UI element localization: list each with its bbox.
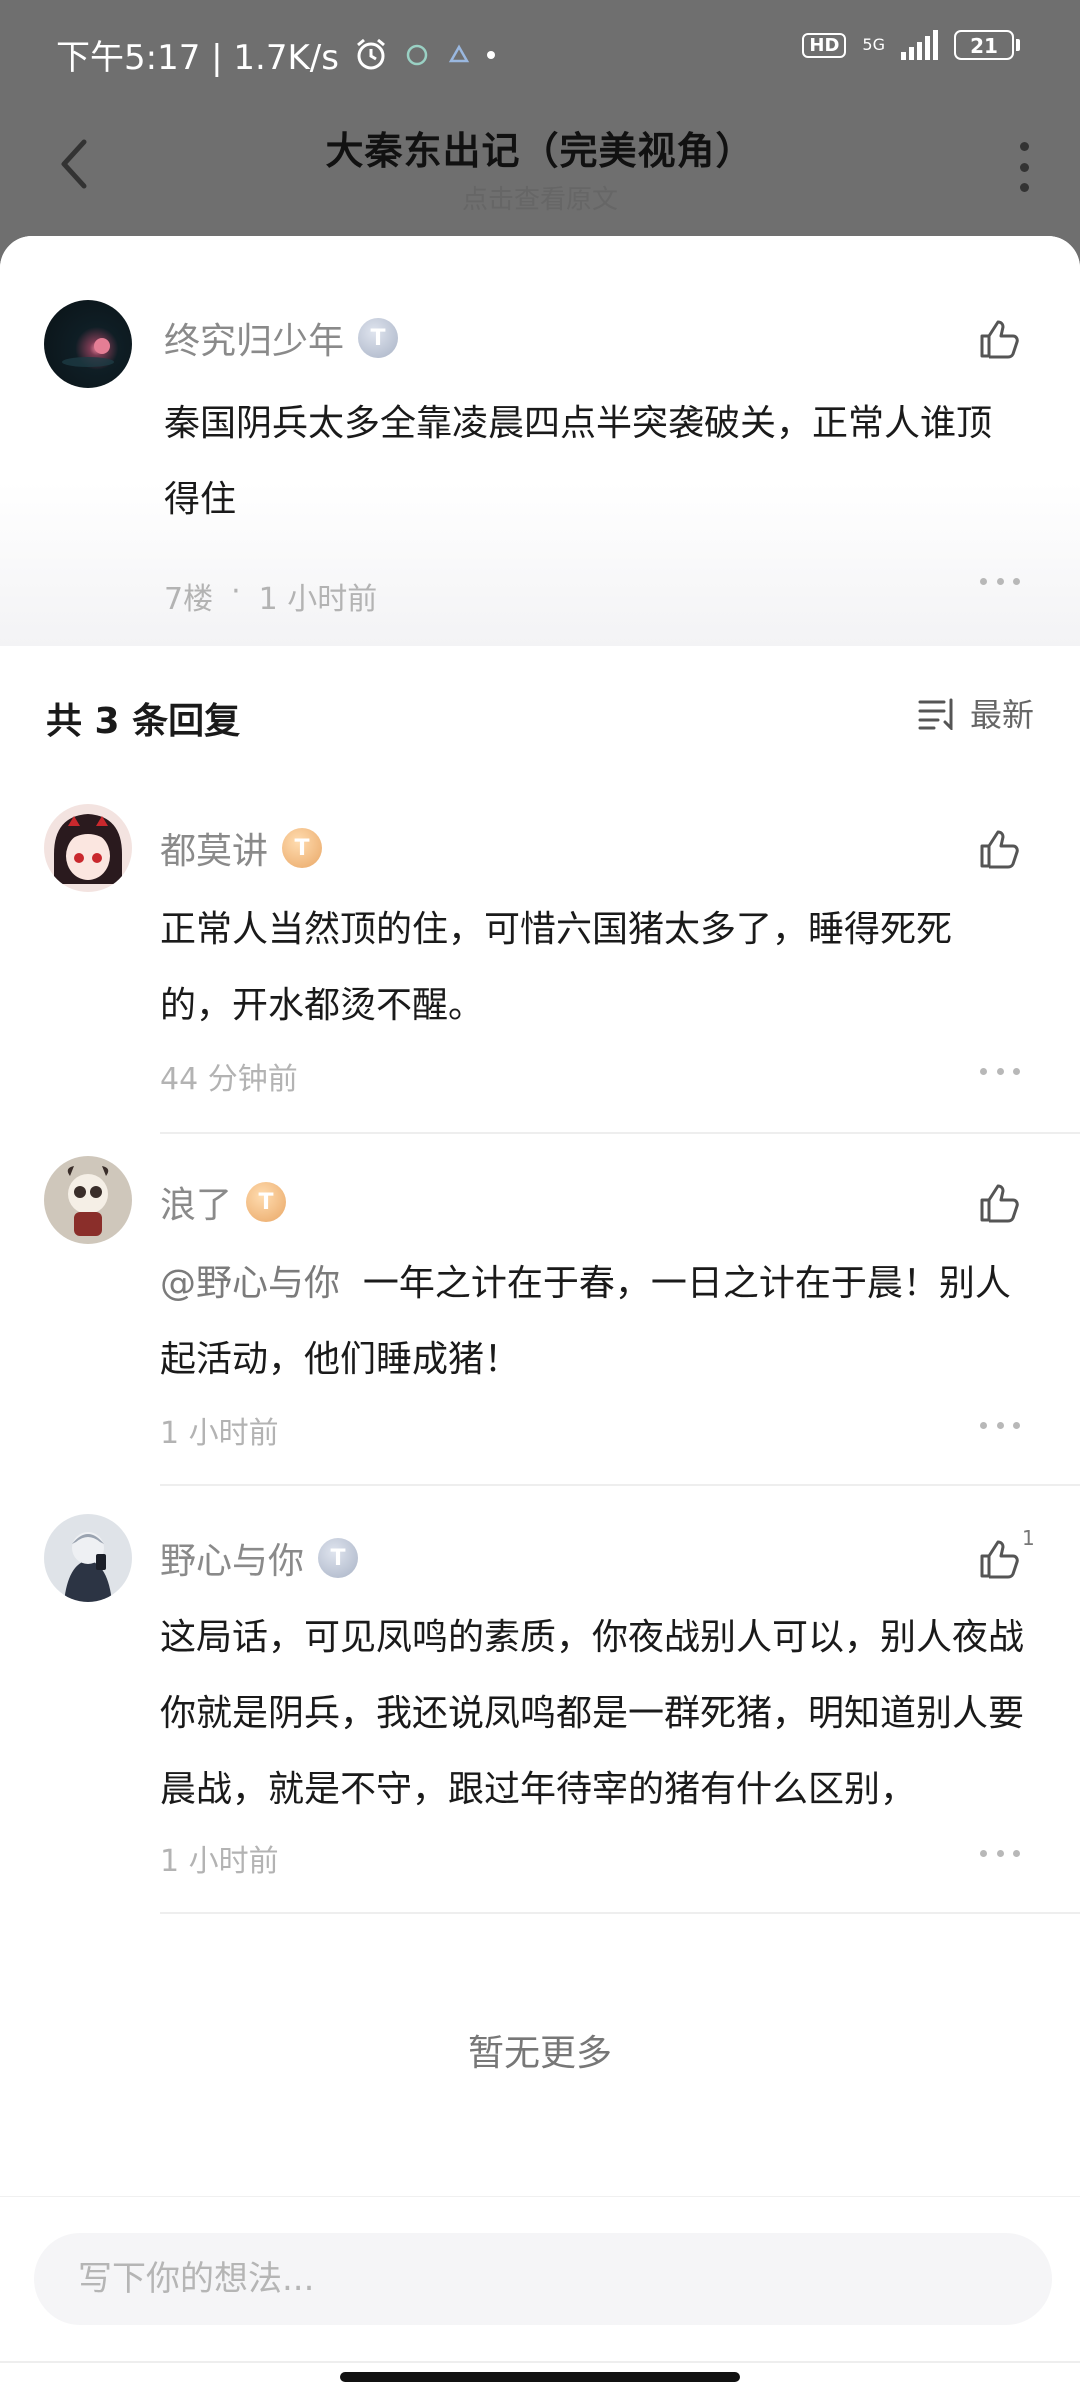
title-wrap[interactable]: 大秦东出记（完美视角） 点击查看原文 [0, 120, 1080, 216]
app-notification-icon [406, 44, 428, 65]
reply-text: 正常人当然顶的住，可惜六国猪太多了，睡得死死的，开水都烫不醒。 [160, 909, 953, 1026]
username[interactable]: 终究归少年 [164, 312, 344, 364]
username[interactable]: 都莫讲 [160, 822, 268, 874]
username[interactable]: 野心与你 [160, 1532, 304, 1584]
comment-text: 秦国阴兵太多全靠凌晨四点半突袭破关，正常人谁顶得住 [164, 403, 993, 520]
reply-name-row: 都莫讲 T [160, 822, 323, 874]
status-left: 下午5:17 | 1.7K/s [56, 30, 495, 79]
like-icon[interactable] [976, 826, 1022, 872]
like-icon[interactable] [976, 1536, 1022, 1582]
more-options-icon[interactable] [1014, 142, 1034, 192]
main-comment: 终究归少年 T 秦国阴兵太多全靠凌晨四点半突袭破关，正常人谁顶得住 7楼 · 1… [0, 236, 1080, 646]
timestamp: 1 小时前 [160, 1844, 279, 1879]
top-bar: 大秦东出记（完美视角） 点击查看原文 [0, 104, 1080, 234]
battery-icon: 21 [954, 30, 1020, 60]
status-bar: 下午5:17 | 1.7K/s HD 5G 21 [0, 0, 1080, 104]
level-badge-letter: T [258, 1189, 274, 1215]
notification-dot [486, 50, 495, 59]
replies-header: 共 3 条回复 最新 [0, 646, 1080, 756]
divider [160, 1484, 1080, 1486]
level-badge: T [246, 1182, 287, 1222]
avatar[interactable] [44, 1156, 132, 1244]
reply-name-row: 野心与你 T [160, 1532, 359, 1584]
page-subtitle[interactable]: 点击查看原文 [0, 179, 1080, 216]
divider [160, 1912, 1080, 1914]
more-icon[interactable] [980, 1066, 1020, 1076]
page-title: 大秦东出记（完美视角） [325, 129, 755, 173]
battery-level: 21 [954, 30, 1014, 60]
comment-meta: 7楼 · 1 小时前 [164, 574, 377, 618]
timestamp: 1 小时前 [258, 582, 378, 617]
mention-link[interactable]: @野心与你 [160, 1263, 340, 1304]
network-indicator: 5G [862, 36, 885, 54]
meta-separator: · [231, 574, 241, 609]
level-badge: T [318, 1538, 359, 1578]
more-icon[interactable] [980, 576, 1020, 586]
more-icon[interactable] [980, 1848, 1020, 1858]
input-bar [0, 2196, 1080, 2400]
replies-count: 共 3 条回复 [46, 701, 241, 742]
comment-input[interactable] [34, 2233, 1052, 2325]
alarm-icon [357, 38, 385, 69]
level-badge-letter: T [330, 1545, 346, 1571]
level-badge-letter: T [294, 835, 310, 861]
status-right: HD 5G 21 [802, 30, 1020, 60]
home-indicator[interactable] [340, 2372, 740, 2382]
network-label: 5G [862, 35, 885, 54]
comment-sheet: 终究归少年 T 秦国阴兵太多全靠凌晨四点半突袭破关，正常人谁顶得住 7楼 · 1… [0, 236, 1080, 2400]
sort-label: 最新 [969, 696, 1034, 734]
sort-icon [918, 698, 953, 730]
no-more-label: 暂无更多 [467, 2033, 612, 2074]
level-badge-letter: T [370, 325, 386, 351]
avatar[interactable] [44, 804, 132, 892]
like-icon[interactable] [976, 316, 1022, 362]
timestamp: 44 分钟前 [160, 1062, 298, 1097]
sort-button[interactable]: 最新 [918, 690, 1034, 736]
hd-badge: HD [802, 32, 847, 58]
bottom-divider [0, 2361, 1080, 2363]
level-badge: T [358, 318, 399, 358]
divider [160, 1132, 1080, 1134]
main-comment-name-row: 终究归少年 T [164, 312, 399, 364]
timestamp: 1 小时前 [160, 1416, 279, 1451]
like-count: 1 [1022, 1526, 1035, 1550]
like-icon[interactable] [976, 1180, 1022, 1226]
avatar[interactable] [44, 1514, 132, 1602]
app-notification-icon-2 [448, 43, 470, 62]
signal-icon [901, 30, 938, 60]
status-time-speed: 下午5:17 | 1.7K/s [56, 38, 339, 78]
reply-name-row: 浪了 T [160, 1176, 287, 1228]
floor-label: 7楼 [164, 582, 214, 617]
avatar[interactable] [44, 300, 132, 388]
reply-text: 这局话，可见凤鸣的素质，你夜战别人可以，别人夜战你就是阴兵，我还说凤鸣都是一群死… [160, 1617, 1025, 1810]
username[interactable]: 浪了 [160, 1176, 232, 1228]
level-badge: T [282, 828, 323, 868]
reply-text: @野心与你 一年之计在于春，一日之计在于晨！别人起活动，他们睡成猪！ [160, 1246, 1020, 1398]
more-icon[interactable] [980, 1420, 1020, 1430]
